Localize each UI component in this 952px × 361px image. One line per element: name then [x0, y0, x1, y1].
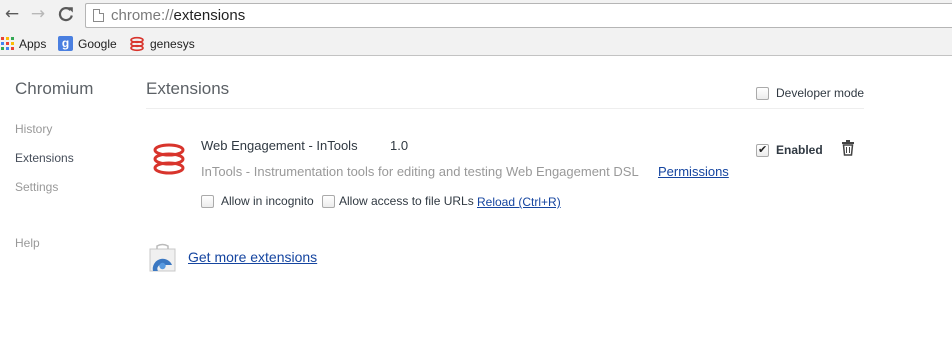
browser-toolbar: ← → chrome://extensions	[0, 0, 952, 31]
allow-incognito-checkbox[interactable]	[201, 194, 214, 208]
bookmark-label: Apps	[19, 36, 47, 51]
sidebar-item-history[interactable]: History	[15, 122, 52, 136]
sidebar-item-extensions[interactable]: Extensions	[15, 151, 74, 165]
enabled-checkbox[interactable]	[756, 143, 769, 157]
forward-arrow-icon[interactable]: →	[29, 5, 47, 23]
back-arrow-icon[interactable]: ←	[3, 5, 21, 23]
trash-icon[interactable]	[841, 140, 855, 156]
bookmarks-bar: Apps g Google genesys	[0, 31, 952, 56]
bookmark-google[interactable]: g Google	[58, 35, 117, 52]
apps-grid-icon	[1, 37, 14, 50]
sidebar-title: Chromium	[15, 79, 94, 98]
genesys-icon	[130, 36, 144, 51]
header-divider	[146, 108, 864, 109]
sidebar-item-settings[interactable]: Settings	[15, 180, 58, 194]
bookmark-label: genesys	[150, 36, 195, 51]
extension-name: Web Engagement - InTools	[201, 138, 358, 153]
sidebar-item-help[interactable]: Help	[15, 236, 40, 250]
bookmark-apps[interactable]: Apps	[1, 35, 46, 52]
developer-mode-toggle[interactable]: Developer mode	[756, 86, 864, 100]
google-icon: g	[58, 36, 73, 51]
allow-file-urls-label: Allow access to file URLs	[339, 194, 474, 208]
allow-file-urls-checkbox[interactable]	[322, 194, 335, 208]
extension-version: 1.0	[390, 138, 409, 153]
address-bar[interactable]: chrome://extensions	[85, 3, 952, 28]
developer-mode-label: Developer mode	[776, 86, 865, 100]
reload-icon[interactable]	[57, 5, 75, 23]
reload-extension-link[interactable]: Reload (Ctrl+R)	[477, 195, 561, 209]
genesys-logo-icon	[153, 143, 185, 175]
bookmark-label: Google	[78, 36, 117, 51]
page-title: Extensions	[146, 79, 230, 98]
allow-incognito-label: Allow in incognito	[221, 194, 314, 208]
extension-description: InTools - Instrumentation tools for edit…	[201, 164, 639, 179]
enabled-label: Enabled	[776, 143, 823, 157]
bookmark-genesys[interactable]: genesys	[129, 35, 195, 52]
web-store-icon[interactable]	[148, 243, 177, 272]
allow-incognito-option[interactable]: Allow in incognito	[201, 194, 314, 208]
enabled-toggle[interactable]: Enabled	[756, 143, 823, 157]
allow-file-urls-option[interactable]: Allow access to file URLs	[322, 194, 474, 208]
page-icon	[93, 9, 104, 22]
get-more-extensions-link[interactable]: Get more extensions	[188, 249, 317, 265]
permissions-link[interactable]: Permissions	[658, 164, 729, 179]
url-text[interactable]: chrome://extensions	[111, 7, 245, 24]
developer-mode-checkbox[interactable]	[756, 86, 769, 100]
